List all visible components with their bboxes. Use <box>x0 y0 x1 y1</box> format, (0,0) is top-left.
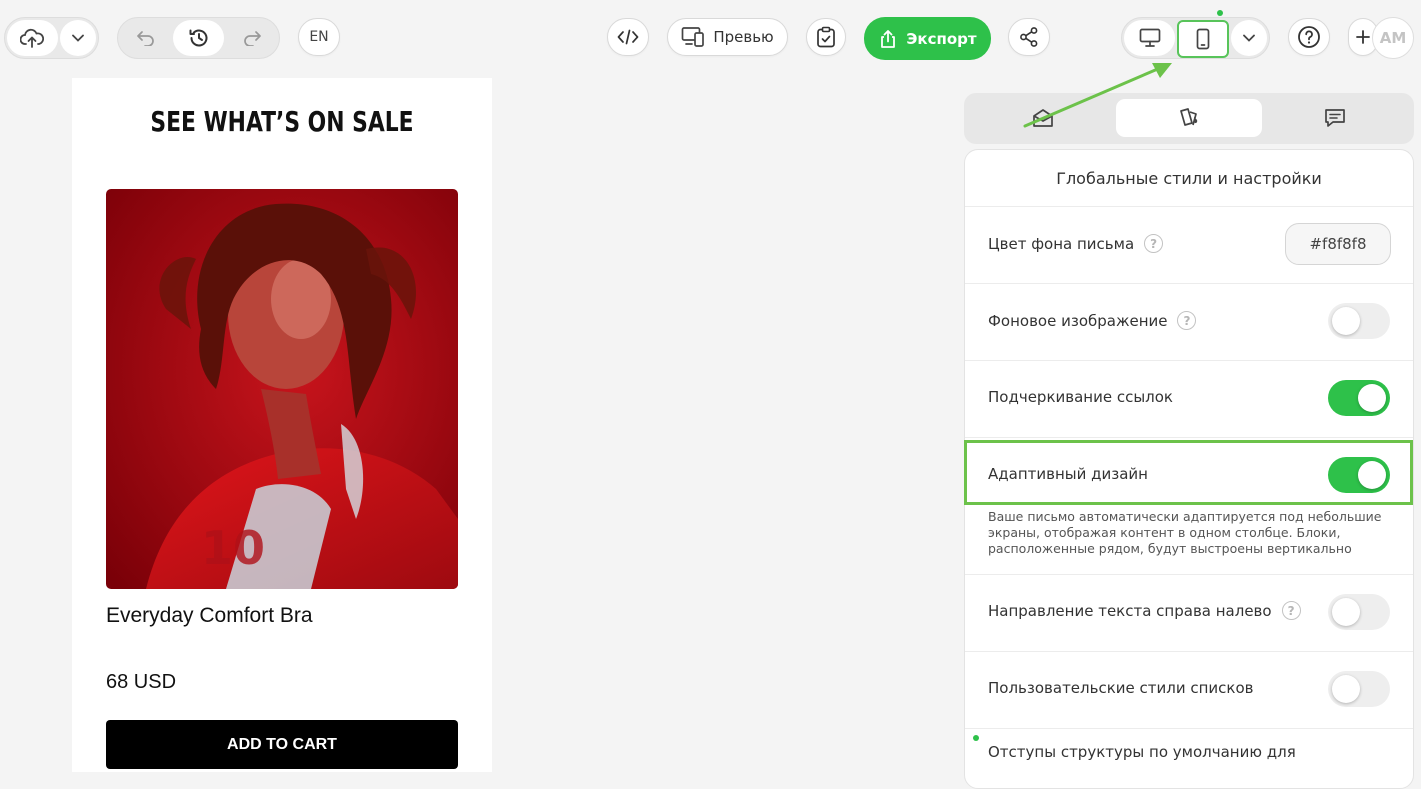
bg-image-toggle[interactable] <box>1328 303 1390 339</box>
product-price[interactable]: 68 USD <box>106 671 176 694</box>
row-label: Направление текста справа налево ? <box>988 601 1301 620</box>
export-button[interactable]: Экспорт <box>864 17 991 60</box>
redo-button[interactable] <box>226 20 277 56</box>
history-group <box>117 17 280 59</box>
redo-icon <box>243 31 261 46</box>
export-label: Экспорт <box>906 29 977 48</box>
history-icon <box>189 29 207 47</box>
language-button[interactable]: EN <box>298 18 340 56</box>
toggle-knob <box>1358 384 1386 412</box>
tab-styles[interactable] <box>1116 99 1262 137</box>
share-button[interactable] <box>1008 18 1050 56</box>
envelope-open-icon <box>1033 109 1053 127</box>
avatar-initials: AM <box>1379 29 1407 47</box>
email-canvas: SEE WHAT’S ON SALE 10 Everyday Comfort B… <box>72 78 492 772</box>
device-group <box>1121 17 1270 59</box>
row-bg-image: Фоновое изображение ? <box>965 283 1413 361</box>
list-styles-toggle[interactable] <box>1328 671 1390 707</box>
paint-swatch-icon <box>1180 108 1198 126</box>
panel-tabs <box>964 93 1414 144</box>
question-icon <box>1298 26 1320 48</box>
share-icon <box>1020 27 1038 47</box>
upload-group <box>4 17 99 59</box>
tab-blocks[interactable] <box>970 99 1116 137</box>
sale-heading[interactable]: SEE WHAT’S ON SALE <box>118 105 446 138</box>
add-to-cart-button[interactable]: ADD TO CART <box>106 720 458 769</box>
desktop-view-button[interactable] <box>1124 20 1176 56</box>
comment-icon <box>1325 109 1345 127</box>
row-rtl: Направление текста справа налево ? <box>965 574 1413 652</box>
preview-button[interactable]: Превью <box>667 18 788 56</box>
product-image[interactable]: 10 <box>106 189 458 589</box>
row-structure-padding: Отступы структуры по умолчанию для <box>965 728 1413 788</box>
product-photo-illustration: 10 <box>106 189 458 589</box>
share-upload-icon <box>881 29 896 48</box>
row-bg-color: Цвет фона письма ? #f8f8f8 <box>965 206 1413 284</box>
link-underline-toggle[interactable] <box>1328 380 1390 416</box>
upload-dropdown-button[interactable] <box>59 20 96 56</box>
language-label: EN <box>309 29 329 45</box>
device-dropdown-button[interactable] <box>1230 20 1267 56</box>
undo-icon <box>136 31 154 46</box>
chevron-down-icon <box>72 34 84 42</box>
clipboard-check-button[interactable] <box>806 18 846 56</box>
product-name[interactable]: Everyday Comfort Bra <box>106 604 313 628</box>
row-label: Фоновое изображение ? <box>988 311 1197 330</box>
highlight-frame <box>964 440 1413 505</box>
status-dot <box>973 735 979 741</box>
active-indicator-dot <box>1217 10 1223 16</box>
mobile-icon <box>1196 28 1210 50</box>
devices-icon <box>681 27 705 47</box>
row-label: Подчеркивание ссылок <box>988 388 1173 406</box>
code-icon <box>617 29 639 45</box>
history-button[interactable] <box>173 20 224 56</box>
mobile-view-button[interactable] <box>1177 20 1229 58</box>
undo-button[interactable] <box>120 20 171 56</box>
row-link-underline: Подчеркивание ссылок <box>965 360 1413 438</box>
panel-title: Глобальные стили и настройки <box>965 150 1413 207</box>
help-icon[interactable]: ? <box>1177 311 1197 330</box>
upload-button[interactable] <box>7 20 58 56</box>
avatar[interactable]: AM <box>1372 17 1414 59</box>
row-label: Цвет фона письма ? <box>988 234 1164 253</box>
adaptive-description: Ваше письмо автоматически адаптируется п… <box>988 509 1382 556</box>
desktop-icon <box>1139 28 1160 47</box>
chevron-down-icon <box>1242 34 1255 42</box>
rtl-toggle[interactable] <box>1328 594 1390 630</box>
row-label: Пользовательские стили списков <box>988 679 1254 697</box>
cloud-upload-icon <box>20 28 45 48</box>
plus-icon <box>1356 30 1370 44</box>
svg-text:10: 10 <box>201 521 265 575</box>
help-button[interactable] <box>1288 18 1330 56</box>
add-to-cart-label: ADD TO CART <box>227 735 337 753</box>
code-button[interactable] <box>607 18 649 56</box>
toggle-knob <box>1332 307 1360 335</box>
help-icon[interactable]: ? <box>1144 234 1164 253</box>
toggle-knob <box>1332 675 1360 703</box>
toggle-knob <box>1332 598 1360 626</box>
help-icon[interactable]: ? <box>1281 601 1301 620</box>
row-label: Отступы структуры по умолчанию для <box>988 743 1296 761</box>
tab-comments[interactable] <box>1262 99 1408 137</box>
clipboard-check-icon <box>817 26 835 48</box>
bg-color-input[interactable]: #f8f8f8 <box>1285 223 1391 265</box>
row-list-styles: Пользовательские стили списков <box>965 651 1413 729</box>
preview-label: Превью <box>713 28 774 46</box>
